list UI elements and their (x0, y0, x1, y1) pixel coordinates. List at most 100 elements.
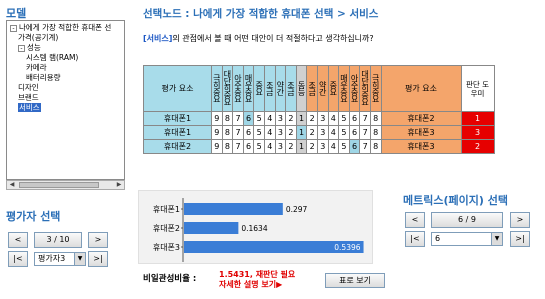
scale-cell-left[interactable]: 5 (253, 139, 265, 154)
matrix-select[interactable]: 6 ▼ (431, 232, 503, 246)
scale-cell-left[interactable]: 8 (221, 111, 234, 126)
tree-item[interactable]: 시스템 램(RAM) (26, 53, 78, 63)
matrix-first-button[interactable]: |< (405, 231, 425, 247)
tree-item-label: 가격(공기계) (18, 33, 59, 42)
scale-label-left: 중요 (253, 65, 265, 112)
scale-cell-right[interactable]: 8 (369, 125, 382, 140)
consistency-value[interactable]: 1.5431, 재판단 필요 자세한 설명 보기▶ (219, 270, 295, 290)
scale-cell-right[interactable]: 6 (348, 111, 361, 126)
scale-label-right: 약간 (316, 65, 329, 112)
scale-cell-equal[interactable]: 1 (295, 139, 308, 154)
scale-cell-equal[interactable]: 1 (295, 125, 308, 140)
evaluator-next-button[interactable]: > (88, 232, 108, 248)
scale-cell-left[interactable]: 8 (221, 125, 234, 140)
scale-cell-right[interactable]: 5 (338, 139, 350, 154)
bar-value-label: 0.5396 (334, 243, 360, 252)
matrix-last-button[interactable]: >| (510, 231, 530, 247)
scale-cell-left[interactable]: 6 (242, 125, 255, 140)
scale-cell-left[interactable]: 7 (232, 125, 244, 140)
scale-cell-left[interactable]: 4 (263, 139, 276, 154)
scale-cell-left[interactable]: 5 (253, 111, 265, 126)
scale-cell-left[interactable]: 5 (253, 125, 265, 140)
scale-label-left-text: 중요 (254, 80, 264, 95)
tree-item[interactable]: 브랜드 (18, 93, 39, 103)
scale-cell-left[interactable]: 6 (242, 139, 255, 154)
collapse-icon[interactable]: - (10, 24, 17, 32)
scale-cell-left[interactable]: 3 (274, 125, 287, 140)
scale-cell-right[interactable]: 5 (338, 125, 350, 140)
scale-cell-right[interactable]: 7 (359, 111, 371, 126)
evaluator-select[interactable]: 평가자3 ▼ (34, 252, 86, 266)
scale-cell-right[interactable]: 3 (316, 111, 329, 126)
tree-horizontal-scrollbar[interactable]: ◀ ▶ (6, 180, 125, 190)
scale-cell-left[interactable]: 8 (221, 139, 234, 154)
scale-cell-left-text: 7 (235, 142, 241, 151)
row-right-item-text: 휴대폰2 (407, 114, 435, 123)
scroll-right-arrow-icon[interactable]: ▶ (114, 181, 124, 189)
scale-label-right: 극히중요 (369, 65, 382, 112)
scale-cell-right[interactable]: 4 (327, 111, 340, 126)
tree-item[interactable]: - 성능 (18, 43, 41, 53)
scale-cell-left[interactable]: 6 (242, 111, 255, 126)
scale-cell-right-text: 8 (373, 142, 379, 151)
scale-cell-right[interactable]: 7 (359, 139, 371, 154)
tree-item[interactable]: 배터리용량 (26, 73, 61, 83)
scale-cell-right[interactable]: 8 (369, 139, 382, 154)
scale-cell-left[interactable]: 3 (274, 111, 287, 126)
scale-cell-right[interactable]: 2 (306, 125, 318, 140)
scale-cell-right[interactable]: 6 (348, 125, 361, 140)
scroll-thumb[interactable] (19, 182, 99, 188)
scale-cell-left-text: 4 (267, 128, 273, 137)
scale-label-left-text: 조금 (265, 80, 275, 95)
collapse-icon[interactable]: - (18, 44, 25, 52)
evaluator-first-button[interactable]: |< (8, 251, 28, 267)
evaluator-select-value: 평가자3 (38, 254, 66, 263)
scale-cell-right[interactable]: 2 (306, 139, 318, 154)
detail-link[interactable]: 자세한 설명 보기▶ (219, 280, 295, 290)
scale-cell-right[interactable]: 4 (327, 125, 340, 140)
scale-cell-right[interactable]: 8 (369, 111, 382, 126)
model-tree[interactable]: - 나에게 가장 적합한 휴대폰 선 가격(공기계) - 성능 시스템 램(RAM) 카메라… (6, 20, 125, 180)
tree-item[interactable]: 디자인 (18, 83, 39, 93)
tree-item[interactable]: 가격(공기계) (18, 33, 58, 43)
tree-item[interactable]: - 나에게 가장 적합한 휴대폰 선 (10, 23, 111, 33)
scale-cell-right[interactable]: 6 (348, 139, 361, 154)
scale-cell-right[interactable]: 4 (327, 139, 340, 154)
matrix-prev-button[interactable]: < (405, 212, 425, 228)
scale-cell-right-text: 3 (320, 114, 326, 123)
scale-cell-left[interactable]: 2 (285, 139, 297, 154)
evaluator-prev-button[interactable]: < (8, 232, 28, 248)
matrix-next-button[interactable]: > (510, 212, 530, 228)
scale-cell-right[interactable]: 2 (306, 111, 318, 126)
scale-label-right-text: 아주중요 (350, 73, 360, 102)
row-left-item: 휴대폰1 (143, 111, 212, 126)
scale-cell-left[interactable]: 9 (211, 111, 223, 126)
scale-cell-left[interactable]: 4 (263, 125, 276, 140)
scale-cell-left-text: 2 (288, 128, 294, 137)
scale-cell-right[interactable]: 3 (316, 125, 329, 140)
scale-cell-left[interactable]: 7 (232, 111, 244, 126)
judge-value-text: 3 (474, 128, 481, 137)
scale-cell-equal[interactable]: 1 (295, 111, 308, 126)
scale-cell-left-text: 6 (246, 114, 252, 123)
left-header-text: 평가 요소 (161, 84, 194, 93)
scale-cell-left[interactable]: 2 (285, 111, 297, 126)
scale-cell-right[interactable]: 5 (338, 111, 350, 126)
scale-cell-right[interactable]: 7 (359, 125, 371, 140)
judge-value: 2 (460, 139, 495, 154)
scale-cell-left[interactable]: 3 (274, 139, 287, 154)
scale-cell-left[interactable]: 4 (263, 111, 276, 126)
show-table-button[interactable]: 표로 보기 (325, 273, 385, 288)
scale-cell-right[interactable]: 3 (316, 139, 329, 154)
scroll-left-arrow-icon[interactable]: ◀ (7, 181, 17, 189)
right-header-text: 평가 요소 (405, 84, 437, 93)
scale-cell-left[interactable]: 9 (211, 125, 223, 140)
judge-header: 판단 도우미 (460, 65, 495, 112)
scale-cell-left[interactable]: 2 (285, 125, 297, 140)
evaluator-last-button[interactable]: >| (88, 251, 108, 267)
tree-item[interactable]: 서비스 (18, 103, 41, 113)
scale-cell-left[interactable]: 7 (232, 139, 244, 154)
scale-label-equal: 동등 (295, 65, 308, 112)
tree-item[interactable]: 카메라 (26, 63, 47, 73)
scale-cell-left[interactable]: 9 (211, 139, 223, 154)
